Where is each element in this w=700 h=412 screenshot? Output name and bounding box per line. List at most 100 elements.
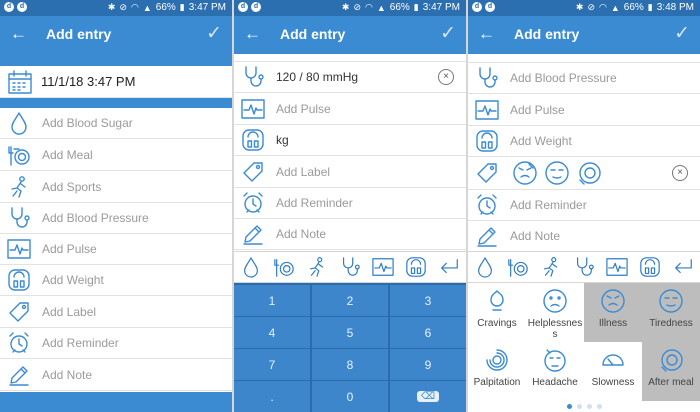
page-dot[interactable]: [586, 404, 592, 409]
clear-icon[interactable]: ×: [438, 69, 454, 85]
add-weight-row[interactable]: Add Weight: [0, 265, 232, 296]
category-icon-bar: [234, 251, 466, 283]
add-blood-pressure-row[interactable]: Add Blood Pressure: [0, 203, 232, 234]
add-pulse-row[interactable]: Add Pulse: [234, 94, 466, 125]
add-weight-row[interactable]: Add Weight: [468, 126, 700, 157]
add-reminder-row[interactable]: Add Reminder: [234, 188, 466, 219]
add-label-row[interactable]: Add Label: [0, 297, 232, 328]
return-arrow-icon[interactable]: [436, 254, 462, 280]
blood-pressure-row[interactable]: 120 / 80 mmHg ×: [234, 62, 466, 93]
key-decimal[interactable]: .: [234, 381, 310, 412]
status-bar: dd ✱ ⊘ ◠ ▲ 66% ▮ 3:47 PM: [0, 0, 232, 16]
add-pulse-row[interactable]: Add Pulse: [468, 95, 700, 126]
pulse-icon[interactable]: [370, 254, 396, 280]
mood-after-meal[interactable]: After meal: [642, 342, 700, 401]
back-arrow-icon[interactable]: ←: [244, 24, 261, 44]
illness-face-icon: [599, 287, 627, 315]
add-blood-sugar-row[interactable]: Add Blood Sugar: [0, 108, 232, 139]
back-arrow-icon[interactable]: ←: [10, 24, 27, 44]
meal-icon[interactable]: [505, 254, 531, 280]
mood-slowness[interactable]: Slowness: [584, 342, 642, 401]
mood-label: Helplessness: [527, 318, 583, 340]
notification-icon: d: [251, 2, 261, 12]
battery-percent: 66%: [389, 2, 410, 13]
sports-icon[interactable]: [538, 254, 564, 280]
battery-icon: ▮: [647, 2, 653, 12]
key-3[interactable]: 3: [390, 285, 466, 316]
key-0[interactable]: 0: [312, 381, 388, 412]
pulse-icon[interactable]: [604, 254, 630, 280]
add-label-row[interactable]: Add Label: [234, 157, 466, 188]
helpless-face-icon: [541, 287, 569, 315]
mute-icon: ⊘: [353, 2, 361, 12]
page-title: Add entry: [514, 26, 580, 42]
key-9[interactable]: 9: [390, 349, 466, 380]
add-pulse-row[interactable]: Add Pulse: [0, 234, 232, 265]
weight-input-row[interactable]: kg: [234, 125, 466, 156]
key-5[interactable]: 5: [312, 317, 388, 348]
mood-helplessness[interactable]: Helplessness: [526, 283, 584, 342]
stethoscope-icon[interactable]: [571, 254, 597, 280]
after-meal-icon[interactable]: [576, 160, 602, 186]
key-6[interactable]: 6: [390, 317, 466, 348]
row-label: Add Pulse: [276, 102, 331, 116]
mood-tiredness[interactable]: Tiredness: [642, 283, 700, 342]
meal-icon[interactable]: [271, 254, 297, 280]
weight-icon[interactable]: [403, 254, 429, 280]
selected-labels: [512, 160, 602, 186]
confirm-check-icon[interactable]: ✓: [440, 22, 456, 45]
row-label: Add Reminder: [510, 198, 587, 212]
key-7[interactable]: 7: [234, 349, 310, 380]
date-time-row[interactable]: 11/1/18 3:47 PM: [0, 66, 232, 98]
app-bar: ← Add entry ✓: [234, 16, 466, 54]
key-1[interactable]: 1: [234, 285, 310, 316]
add-note-row[interactable]: Add Note: [0, 360, 232, 391]
page-dot[interactable]: [576, 404, 582, 409]
pulse-icon: [240, 96, 266, 122]
key-8[interactable]: 8: [312, 349, 388, 380]
headache-face-icon: [541, 346, 569, 374]
weight-icon[interactable]: [637, 254, 663, 280]
notification-icon: d: [4, 2, 14, 12]
mood-palpitation[interactable]: Palpitation: [468, 342, 526, 401]
drop-icon[interactable]: [238, 254, 264, 280]
add-note-row[interactable]: Add Note: [234, 219, 466, 250]
row-label: Add Note: [510, 229, 561, 243]
mood-illness[interactable]: Illness: [584, 283, 642, 342]
key-2[interactable]: 2: [312, 285, 388, 316]
confirm-check-icon[interactable]: ✓: [674, 22, 690, 45]
entry-date-time: 11/1/18 3:47 PM: [41, 74, 136, 89]
row-label: Add Blood Pressure: [510, 71, 617, 85]
tag-icon: [6, 299, 32, 325]
add-reminder-row[interactable]: Add Reminder: [468, 190, 700, 221]
add-sports-row[interactable]: Add Sports: [0, 172, 232, 203]
add-meal-row[interactable]: Add Meal: [0, 140, 232, 171]
tired-face-icon[interactable]: [544, 160, 570, 186]
back-arrow-icon[interactable]: ←: [478, 24, 495, 44]
add-reminder-row[interactable]: Add Reminder: [0, 328, 232, 359]
label-selection-row[interactable]: ×: [468, 157, 700, 190]
return-arrow-icon[interactable]: [670, 254, 696, 280]
key-4[interactable]: 4: [234, 317, 310, 348]
sports-icon[interactable]: [304, 254, 330, 280]
row-label: Add Weight: [42, 273, 104, 287]
confirm-check-icon[interactable]: ✓: [206, 22, 222, 45]
row-label: Add Pulse: [510, 103, 565, 117]
add-note-row[interactable]: Add Note: [468, 221, 700, 252]
stethoscope-icon[interactable]: [337, 254, 363, 280]
page-indicator: [468, 401, 700, 412]
mood-headache[interactable]: Headache: [526, 342, 584, 401]
pencil-icon: [474, 223, 500, 249]
row-label: Add Meal: [42, 148, 93, 162]
drop-icon[interactable]: [472, 254, 498, 280]
mood-cravings[interactable]: Cravings: [468, 283, 526, 342]
mood-label: Palpitation: [473, 377, 521, 388]
backspace-key[interactable]: ⌫: [390, 381, 466, 412]
page-dot[interactable]: [596, 404, 602, 409]
illness-face-icon[interactable]: [512, 160, 538, 186]
add-blood-pressure-row[interactable]: Add Blood Pressure: [468, 63, 700, 94]
page-dot[interactable]: [566, 404, 572, 409]
alarm-icon: [6, 330, 32, 356]
bluetooth-icon: ✱: [575, 2, 584, 12]
clear-icon[interactable]: ×: [672, 165, 688, 181]
